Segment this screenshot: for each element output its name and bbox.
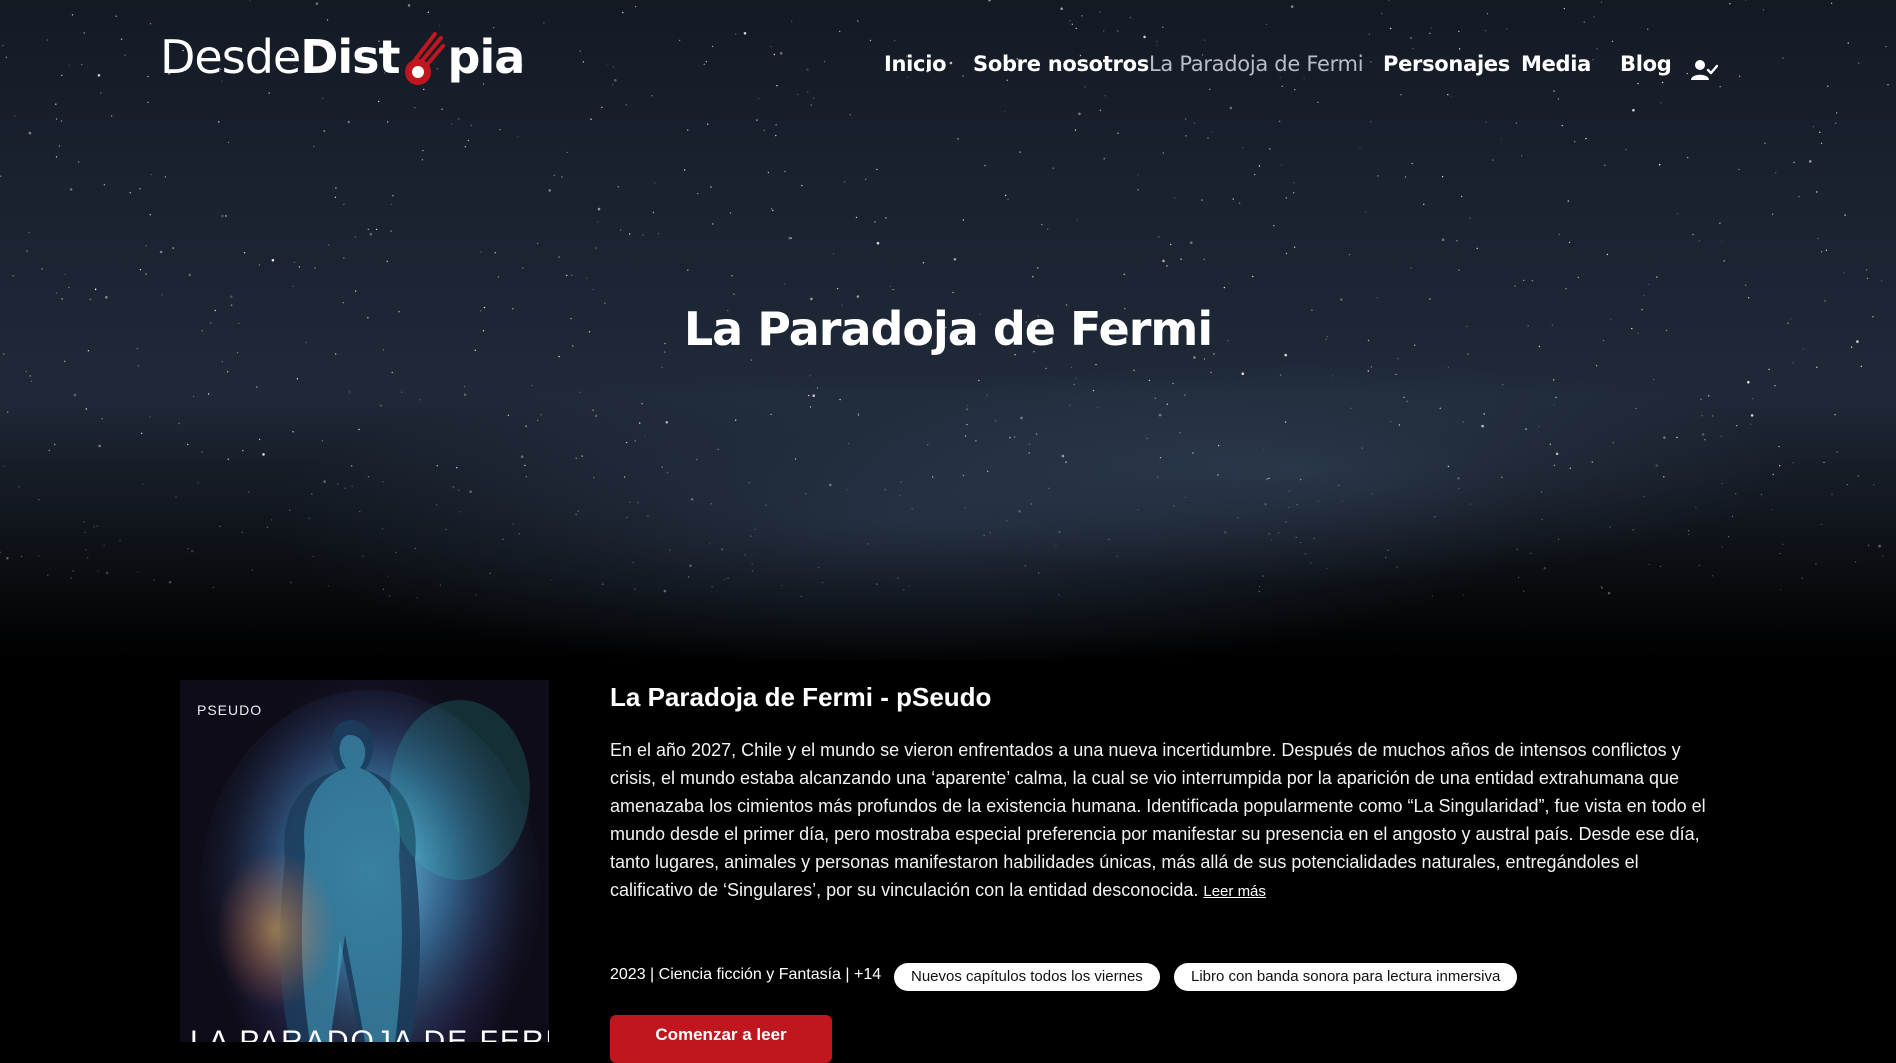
- page-title: La Paradoja de Fermi: [683, 302, 1213, 356]
- nav-la-paradoja-de-fermi[interactable]: La Paradoja de Fermi: [1149, 52, 1364, 76]
- tag-pill: Libro con banda sonora para lectura inme…: [1174, 963, 1518, 991]
- start-reading-button[interactable]: Comenzar a leer: [610, 1015, 832, 1063]
- read-more-link[interactable]: Leer más: [1203, 883, 1266, 900]
- tag-pill: Nuevos capítulos todos los viernes: [894, 963, 1160, 991]
- book-title: La Paradoja de Fermi - pSeudo: [610, 682, 992, 712]
- nav-personajes[interactable]: Personajes: [1383, 52, 1510, 76]
- main-nav: Inicio Sobre nosotros La Paradoja de Fer…: [0, 52, 1896, 88]
- nav-blog[interactable]: Blog: [1620, 52, 1672, 76]
- cover-brand-label: PSEUDO: [197, 702, 263, 718]
- nav-inicio[interactable]: Inicio: [884, 52, 947, 76]
- cover-figure-art: [200, 690, 540, 1042]
- user-check-icon[interactable]: [1690, 58, 1719, 82]
- nav-media[interactable]: Media: [1521, 52, 1591, 76]
- book-cover[interactable]: PSEUDO LA PARADOJA DE FERMI: [180, 680, 549, 1042]
- book-synopsis: En el año 2027, Chile y el mundo se vier…: [610, 736, 1720, 906]
- cover-title-text: LA PARADOJA DE FERMI: [190, 1025, 549, 1042]
- synopsis-text: En el año 2027, Chile y el mundo se vier…: [610, 740, 1706, 900]
- nav-sobre-nosotros[interactable]: Sobre nosotros: [973, 52, 1149, 76]
- book-meta: 2023 | Ciencia ficción y Fantasía | +14: [610, 966, 882, 983]
